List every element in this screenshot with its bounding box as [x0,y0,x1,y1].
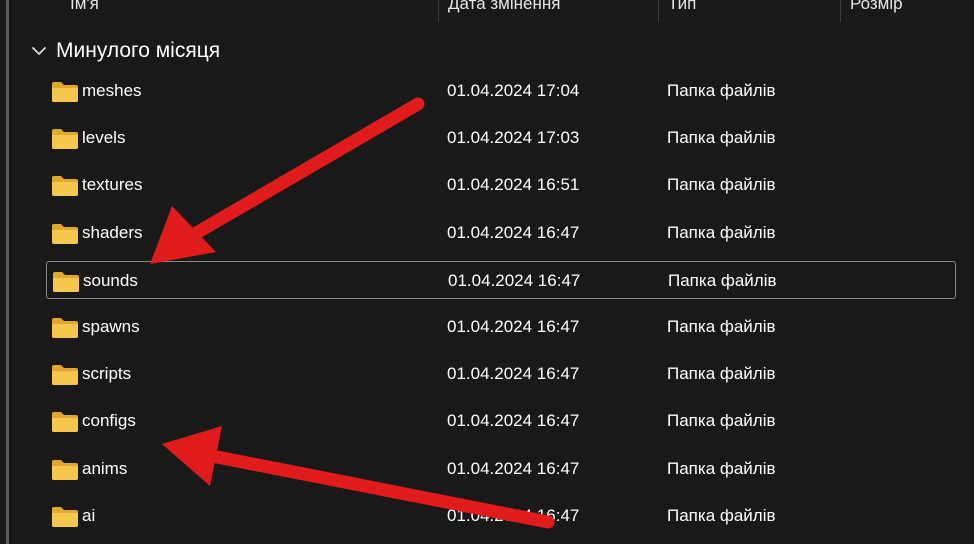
group-header-last-month[interactable]: Минулого місяця [30,36,220,66]
file-type: Папка файлів [667,411,776,430]
column-divider[interactable] [658,0,659,22]
file-name: ai [82,506,96,525]
folder-icon [52,176,78,196]
folder-icon [52,224,78,244]
file-type: Папка файлів [667,364,776,383]
file-name: spawns [82,317,140,336]
file-name: textures [82,175,143,194]
file-type: Папка файлів [667,223,776,242]
file-name: meshes [82,81,142,100]
folder-icon [52,365,78,385]
folder-icon [52,507,78,527]
file-type: Папка файлів [667,175,776,194]
folder-icon [53,272,79,292]
folder-icon [52,460,78,480]
group-label: Минулого місяця [56,39,221,62]
column-header-type[interactable]: Тип [668,0,696,15]
column-divider[interactable] [438,0,439,22]
pane-left-border [6,0,9,544]
file-date: 01.04.2024 16:47 [447,506,580,525]
column-divider[interactable] [840,0,841,22]
folder-icon [52,129,78,149]
file-type: Папка файлів [667,506,776,525]
file-type: Папка файлів [667,317,776,336]
file-row-configs[interactable]: configs 01.04.2024 16:47 Папка файлів [46,402,956,440]
file-name: levels [82,128,126,147]
file-name: sounds [83,271,138,290]
file-date: 01.04.2024 17:03 [447,128,580,147]
column-header-date[interactable]: Дата змінення [448,0,560,15]
file-row-shaders[interactable]: shaders 01.04.2024 16:47 Папка файлів [46,214,956,252]
file-name: shaders [82,223,143,242]
file-row-anims[interactable]: anims 01.04.2024 16:47 Папка файлів [46,450,956,488]
file-row-sounds[interactable]: sounds 01.04.2024 16:47 Папка файлів [46,261,956,299]
file-row-ai[interactable]: ai 01.04.2024 16:47 Папка файлів [46,497,956,535]
file-row-scripts[interactable]: scripts 01.04.2024 16:47 Папка файлів [46,355,956,393]
file-name: scripts [82,364,132,383]
column-header-size[interactable]: Розмір [850,0,903,15]
folder-icon [52,412,78,432]
file-type: Папка файлів [668,271,777,290]
file-row-levels[interactable]: levels 01.04.2024 17:03 Папка файлів [46,119,956,157]
file-date: 01.04.2024 17:04 [447,81,580,100]
file-date: 01.04.2024 16:47 [447,223,580,242]
file-name: anims [82,459,128,478]
file-name: configs [82,411,136,430]
file-date: 01.04.2024 16:47 [447,459,580,478]
folder-icon [52,82,78,102]
file-row-spawns[interactable]: spawns 01.04.2024 16:47 Папка файлів [46,308,956,346]
folder-icon [52,318,78,338]
file-type: Папка файлів [667,128,776,147]
column-header-name[interactable]: Ім'я [70,0,99,15]
file-date: 01.04.2024 16:47 [447,364,580,383]
chevron-down-icon[interactable] [30,42,48,60]
file-row-meshes[interactable]: meshes 01.04.2024 17:04 Папка файлів [46,72,956,110]
file-type: Папка файлів [667,459,776,478]
file-type: Папка файлів [667,81,776,100]
file-row-textures[interactable]: textures 01.04.2024 16:51 Папка файлів [46,166,956,204]
file-date: 01.04.2024 16:47 [447,317,580,336]
file-date: 01.04.2024 16:51 [447,175,580,194]
file-explorer-view: Ім'я Дата змінення Тип Розмір Минулого м… [0,0,974,544]
file-date: 01.04.2024 16:47 [448,271,581,290]
file-date: 01.04.2024 16:47 [447,411,580,430]
column-header-row: Ім'я Дата змінення Тип Розмір [0,0,974,22]
